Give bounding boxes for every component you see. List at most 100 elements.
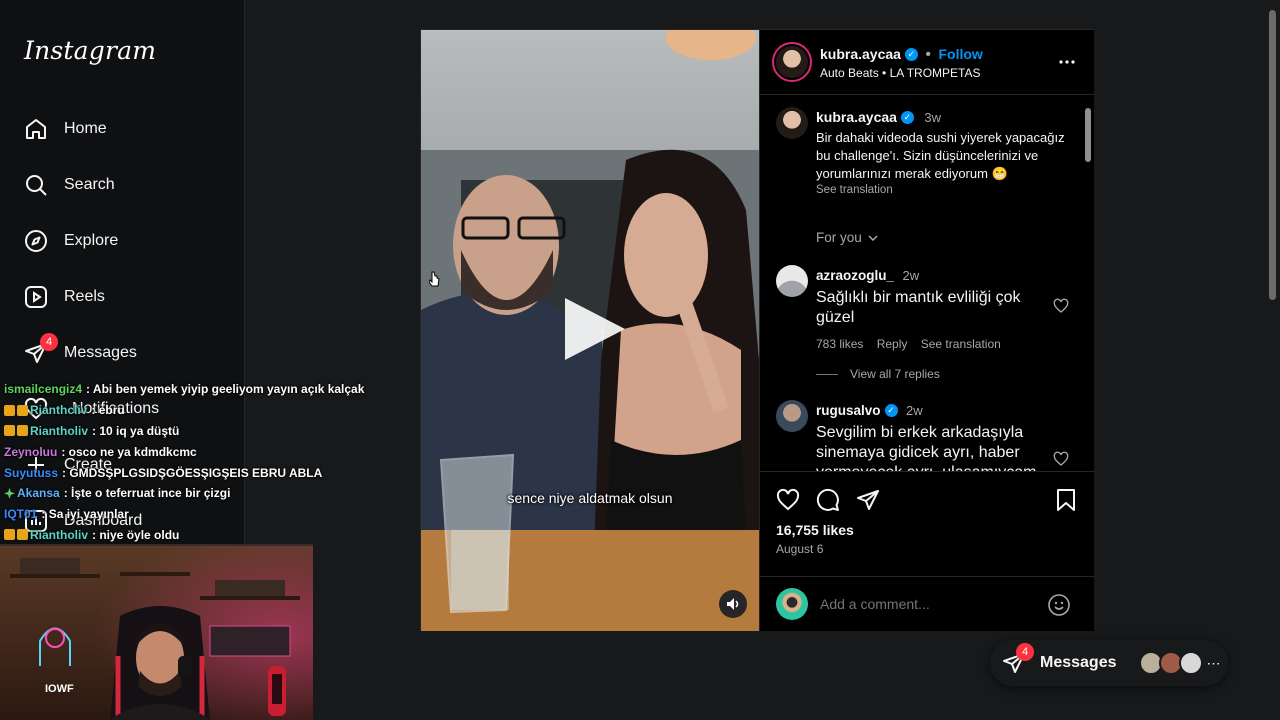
chat-badge-icon [4, 404, 15, 416]
webcam-overlay: IOWF [0, 544, 313, 720]
caption-username[interactable]: kubra.aycaa [816, 109, 897, 125]
chat-text: : GMDSŞPLGSIDŞGÖESŞIGŞEIS EBRU ABLA [62, 465, 323, 480]
comments-list: kubra.aycaa ✓ 3w Bir dahaki videoda sushi… [760, 95, 1095, 471]
follow-button[interactable]: Follow [938, 46, 982, 62]
chat-username: Riantholiv [30, 527, 89, 542]
user-avatar [776, 588, 808, 620]
author-avatar[interactable] [772, 42, 812, 82]
webcam-brand-text: IOWF [45, 683, 74, 695]
post-date: August 6 [776, 542, 824, 556]
add-comment-bar [760, 576, 1095, 631]
video-subtitle: sence niye aldatmak olsun [507, 490, 673, 506]
audio-track[interactable]: Auto Beats • LA TROMPETAS [820, 66, 981, 80]
comment-item: azraozoglu_ 2w Sağlıklı bir mantık evlil… [816, 267, 1046, 351]
speaker-icon [727, 598, 739, 610]
comment-item: rugusalvo ✓ 2w Sevgilim bi erkek arkadaşı… [816, 402, 1046, 471]
stream-chat-overlay: ismailcengiz4: Abi ben yemek yiyip geeli… [0, 379, 364, 545]
comments-scrollbar[interactable] [1085, 108, 1091, 162]
chat-username: Akansa [17, 486, 60, 501]
comment-sort-dropdown[interactable]: For you [816, 230, 878, 245]
like-comment-icon[interactable] [1053, 451, 1069, 467]
page-scrollbar[interactable] [1269, 10, 1276, 300]
chat-message: Riantholiv: 10 iq ya düştü [0, 421, 360, 442]
reel-video[interactable]: sence niye aldatmak olsun [421, 30, 759, 631]
chat-message: ismailcengiz4: Abi ben yemek yiyip geeli… [0, 379, 364, 400]
sidebar-item-label: Search [64, 176, 115, 193]
chat-badge-icon [4, 487, 15, 499]
post-modal: sence niye aldatmak olsun kubra.aycaa ✓ •… [420, 29, 1095, 631]
chat-message: Suyutuss: GMDSŞPLGSIDŞGÖESŞIGŞEIS EBRU A… [0, 462, 360, 483]
chat-message: IQT01: Sa iyi yayınlar [0, 504, 360, 525]
home-icon [24, 117, 48, 141]
compass-icon [24, 229, 48, 253]
chat-text: : Abi ben yemek yiyip geeliyom yayın açı… [86, 382, 365, 397]
chat-message: Rianthcliv: ebru [0, 400, 360, 421]
post-details-panel: kubra.aycaa ✓ • Follow Auto Beats • LA TR… [759, 30, 1095, 631]
chat-text: : İşte o teferruat ince bir çizgi [63, 486, 231, 501]
sidebar-item-search[interactable]: Search [24, 169, 115, 201]
chat-badge-icon [17, 404, 28, 416]
sidebar-item-explore[interactable]: Explore [24, 225, 118, 257]
sidebar-item-label: Home [64, 120, 107, 137]
chat-badge-icon [17, 529, 28, 541]
more-icon: ⋯ [1206, 654, 1221, 671]
comment-username[interactable]: azraozoglu_ [816, 268, 894, 283]
chat-text: : Sa iyi yayınlar [41, 507, 129, 522]
comment-time: 2w [905, 403, 923, 418]
verified-icon: ✓ [904, 48, 918, 62]
view-replies-button[interactable]: View all 7 replies [816, 367, 940, 381]
chat-username: Suyutuss [4, 465, 59, 480]
comment-see-translation[interactable]: See translation [921, 337, 1001, 351]
like-icon[interactable] [776, 488, 800, 512]
author-username[interactable]: kubra.aycaa [820, 46, 901, 62]
likes-count[interactable]: 16,755 likes [776, 522, 854, 538]
comment-likes[interactable]: 783 likes [816, 337, 863, 351]
messages-badge: 4 [1016, 643, 1034, 661]
verified-icon: ✓ [884, 404, 898, 418]
sidebar-item-messages[interactable]: 4 Messages [24, 333, 137, 369]
comment-text: Sevgilim bi erkek arkadaşıyla sinemaya g… [816, 424, 1037, 471]
floating-messages-button[interactable]: 4 Messages ⋯ [990, 640, 1228, 686]
caption-time: 3w [924, 110, 942, 125]
comment-username[interactable]: rugusalvo [816, 403, 881, 418]
chat-username: ismailcengiz4 [4, 382, 83, 397]
messenger-icon: 4 [24, 333, 58, 365]
reels-icon [24, 285, 48, 309]
comment-avatar[interactable] [776, 265, 808, 297]
add-comment-input[interactable] [820, 593, 1040, 615]
sidebar-item-reels[interactable]: Reels [24, 281, 105, 313]
comment-reply-button[interactable]: Reply [877, 337, 908, 351]
verified-icon: ✓ [900, 111, 914, 125]
like-comment-icon[interactable] [1053, 298, 1069, 314]
comment-icon[interactable] [816, 488, 840, 512]
sidebar-item-home[interactable]: Home [24, 113, 107, 145]
emoji-icon[interactable] [1047, 593, 1071, 617]
save-icon[interactable] [1055, 488, 1077, 512]
chat-username: Zeynoluu [4, 444, 58, 459]
comment-text: Sağlıklı bir mantık evliliği çok güzel [816, 289, 1021, 326]
chat-username: Riantholiv [30, 423, 89, 438]
chat-message: Akansa: İşte o teferruat ince bir çizgi [0, 483, 360, 504]
sidebar-item-label: Explore [64, 232, 119, 249]
comment-avatar[interactable] [776, 400, 808, 432]
instagram-logo[interactable]: Instagram [24, 36, 156, 65]
share-icon[interactable] [856, 488, 880, 512]
sidebar-item-label: Messages [64, 344, 137, 361]
messenger-icon: 4 [1002, 643, 1034, 675]
play-icon[interactable] [559, 294, 629, 364]
chat-badge-icon [4, 529, 15, 541]
view-replies-label: View all 7 replies [850, 367, 940, 381]
chat-text: : osco ne ya kdmdkcmc [61, 444, 197, 459]
post-actions: 16,755 likes August 6 [760, 471, 1095, 576]
caption-avatar[interactable] [776, 107, 808, 139]
post-header: kubra.aycaa ✓ • Follow Auto Beats • LA TR… [760, 30, 1095, 95]
floating-messages-label: Messages [1040, 654, 1117, 671]
messages-badge: 4 [40, 333, 58, 351]
search-icon [24, 173, 48, 197]
mouse-cursor-icon [429, 271, 440, 287]
caption-see-translation[interactable]: See translation [816, 184, 1066, 196]
more-options-icon[interactable] [1059, 60, 1075, 64]
mute-button[interactable] [719, 590, 747, 618]
chat-message: Zeynoluu: osco ne ya kdmdkcmc [0, 441, 360, 462]
chat-username: IQT01 [4, 507, 38, 522]
